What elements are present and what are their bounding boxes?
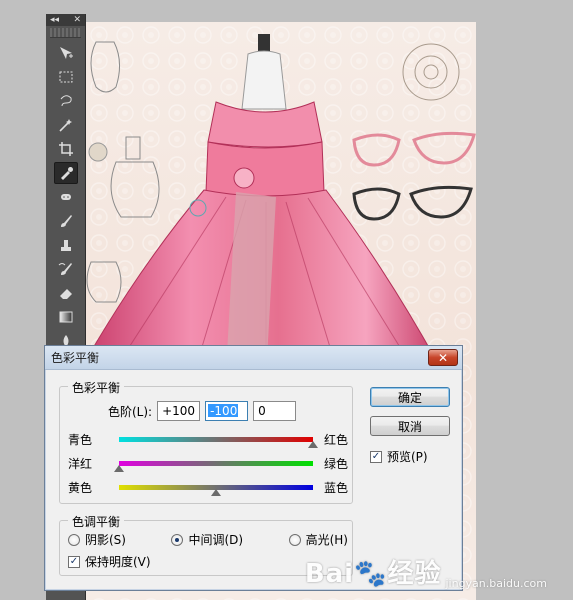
preview-label: 预览(P): [387, 450, 428, 464]
slider-right-label: 绿色: [324, 457, 349, 471]
lasso-tool-button[interactable]: [54, 90, 78, 112]
magic-wand-tool-icon: [59, 119, 72, 132]
palette-grip[interactable]: [50, 28, 81, 38]
slider-thumb[interactable]: [307, 441, 318, 448]
color-balance-group: 色彩平衡 色阶(L): 青色 红色洋红 绿色黄色 蓝色: [59, 379, 353, 504]
eyedropper-tool-icon: [61, 167, 73, 180]
move-tool-button[interactable]: [54, 42, 78, 64]
close-button[interactable]: ✕: [428, 349, 458, 366]
close-icon: ✕: [437, 350, 449, 365]
preserve-luminosity-checkbox[interactable]: ✓ 保持明度(V): [68, 553, 151, 570]
baidu-jingyan-watermark: Bai🐾经验 jingyan.baidu.com: [305, 553, 547, 590]
level-yellow-blue-input[interactable]: [253, 401, 297, 421]
marquee-tool-button[interactable]: [54, 66, 78, 88]
preview-box[interactable]: ✓: [370, 450, 382, 463]
watermark-logo-text: Bai🐾经验: [304, 559, 442, 589]
eyedropper-tool-button[interactable]: [54, 162, 78, 184]
palette-close-icon[interactable]: ✕: [73, 15, 81, 25]
levels-row: 色阶(L):: [108, 401, 297, 421]
color-balance-legend: 色彩平衡: [68, 379, 125, 396]
levels-label: 色阶(L):: [108, 404, 153, 419]
radio-dot[interactable]: [68, 533, 80, 546]
marquee-tool-icon: [59, 71, 73, 83]
watermark-url: jingyan.baidu.com: [445, 577, 547, 590]
crop-tool-icon: [59, 142, 73, 156]
lasso-tool-icon: [60, 95, 72, 107]
stamp-tool-button[interactable]: [54, 234, 78, 256]
color-slider-track[interactable]: [118, 485, 313, 496]
tone-radio-0[interactable]: 阴影(S): [68, 531, 126, 548]
crop-tool-button[interactable]: [54, 138, 78, 160]
slider-left-label: 青色: [68, 433, 93, 447]
move-tool-icon: [60, 47, 73, 59]
healing-tool-button[interactable]: [54, 186, 78, 208]
gradient-tool-button[interactable]: [54, 306, 78, 328]
slider-row-1: 洋红 绿色: [68, 455, 348, 472]
tone-radio-row: 阴影(S) 中间调(D) 高光(H): [68, 531, 348, 548]
collapse-icon[interactable]: ◂◂: [50, 15, 59, 25]
level-magenta-green-wrap: [205, 401, 249, 421]
slider-thumb[interactable]: [113, 465, 124, 472]
preserve-luminosity-box[interactable]: ✓: [68, 555, 80, 568]
slider-left-label: 洋红: [68, 457, 93, 471]
tone-radio-label: 中间调(D): [188, 533, 244, 547]
healing-tool-icon: [61, 194, 71, 200]
dialog-title: 色彩平衡: [51, 351, 100, 365]
radio-dot[interactable]: [288, 533, 301, 546]
eraser-tool-icon: [60, 289, 72, 299]
slider-right-label: 红色: [324, 433, 349, 447]
tone-radio-1[interactable]: 中间调(D): [171, 531, 243, 548]
slider-thumb[interactable]: [210, 489, 221, 496]
gradient-tool-icon: [59, 311, 73, 323]
preserve-luminosity-label: 保持明度(V): [85, 555, 151, 569]
slider-row-2: 黄色 蓝色: [68, 479, 348, 496]
preview-checkbox[interactable]: ✓ 预览(P): [370, 448, 428, 465]
magic-wand-tool-button[interactable]: [54, 114, 78, 136]
color-slider-track[interactable]: [118, 437, 318, 448]
tool-palette-header: ◂◂ ✕: [46, 14, 85, 26]
level-cyan-red-input[interactable]: [157, 401, 201, 421]
level-magenta-green-input[interactable]: [205, 401, 249, 421]
tone-radio-label: 高光(H): [305, 533, 348, 547]
slider-right-label: 蓝色: [324, 481, 349, 495]
history-brush-tool-button[interactable]: [54, 258, 78, 280]
slider-row-0: 青色 红色: [68, 431, 348, 448]
radio-dot[interactable]: [171, 533, 184, 546]
tone-radio-2[interactable]: 高光(H): [288, 531, 348, 548]
history-brush-tool-icon: [58, 263, 72, 275]
brush-tool-icon: [61, 215, 72, 227]
brush-tool-button[interactable]: [54, 210, 78, 232]
tone-balance-legend: 色调平衡: [68, 513, 125, 530]
color-slider-track[interactable]: [113, 461, 313, 472]
cancel-button[interactable]: 取消: [370, 416, 450, 436]
ok-button[interactable]: 确定: [370, 387, 450, 407]
dialog-titlebar[interactable]: 色彩平衡: [45, 346, 462, 370]
slider-left-label: 黄色: [68, 481, 93, 495]
paw-icon: 🐾: [354, 559, 388, 589]
eraser-tool-button[interactable]: [54, 282, 78, 304]
tone-radio-label: 阴影(S): [85, 533, 126, 547]
stamp-tool-icon: [61, 240, 71, 251]
